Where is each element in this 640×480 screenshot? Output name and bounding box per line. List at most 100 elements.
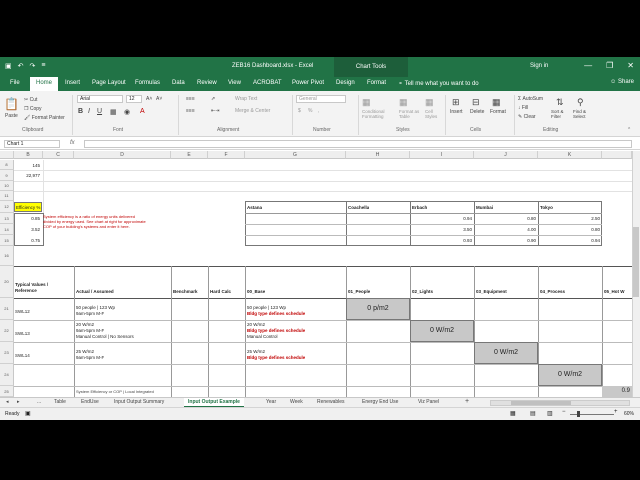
restore-icon[interactable]: ❐ (606, 61, 613, 70)
collapse-ribbon-icon[interactable]: ⌃ (627, 127, 631, 133)
header-equipment[interactable]: 03_Equipment (476, 289, 507, 294)
column-header[interactable]: B (14, 151, 43, 159)
name-box[interactable]: Chart 1 (4, 140, 60, 148)
actual-r23[interactable]: 9am-5pm M-F (76, 355, 104, 360)
column-header[interactable]: G (245, 151, 346, 159)
font-color-icon[interactable]: A (140, 108, 145, 115)
header-people[interactable]: 01_People (348, 289, 370, 294)
tell-me-search[interactable]: ⚬ Tell me what you want to do (398, 80, 479, 87)
redo-icon[interactable]: ↷ (30, 62, 36, 70)
underline-button[interactable]: U (97, 108, 102, 115)
horizontal-scrollbar[interactable] (490, 400, 630, 406)
header-actual-assumed[interactable]: Actual / Assumed (76, 289, 114, 294)
insert-cells-button[interactable]: Insert (450, 109, 463, 115)
column-header[interactable]: E (171, 151, 208, 159)
zoom-out-icon[interactable]: − (562, 409, 566, 415)
column-header[interactable]: J (474, 151, 538, 159)
wrap-text-button[interactable]: Wrap Text (235, 96, 257, 102)
row-header[interactable]: 10 (0, 181, 14, 191)
save-icon[interactable]: ▣ (5, 62, 12, 70)
column-header[interactable]: D (74, 151, 171, 159)
italic-button[interactable]: I (88, 108, 90, 115)
select-all-corner[interactable] (0, 151, 14, 159)
row-header[interactable]: 23 (0, 342, 14, 364)
header-benchmark[interactable]: Benchmark (173, 289, 198, 294)
align-left-icon[interactable]: ≡≡≡ (186, 108, 195, 114)
loc-value[interactable]: 0.90 (474, 238, 536, 243)
zoom-in-icon[interactable]: + (614, 409, 618, 415)
row-header[interactable]: 21 (0, 298, 14, 320)
sheet-tab-renewables[interactable]: Renewables (317, 399, 345, 405)
find-select-button[interactable]: Find & Select (573, 109, 593, 119)
base-r23-schedule[interactable]: Bldg type defines schedule (247, 355, 305, 360)
sheet-tab-table[interactable]: Table (54, 399, 66, 405)
tab-formulas[interactable]: Formulas (135, 80, 160, 86)
actual-r22[interactable]: 9am-5pm M-F (76, 328, 104, 333)
copy-button[interactable]: ❐ Copy (24, 106, 42, 112)
people-value-box[interactable]: 0 p/m2 (346, 298, 410, 320)
paste-button[interactable]: Paste (5, 113, 18, 119)
column-header[interactable]: F (208, 151, 245, 159)
undo-icon[interactable]: ↶ (18, 62, 24, 70)
location-erbach[interactable]: Erbach (412, 205, 427, 210)
ref-swl12[interactable]: SWL12 (15, 309, 30, 314)
top-align-icon[interactable]: ≡≡≡ (186, 96, 195, 102)
bold-button[interactable]: B (78, 108, 83, 115)
header-hot-water[interactable]: 05_Hot W (604, 289, 625, 294)
loc-value[interactable]: 2.50 (538, 216, 600, 221)
horizontal-scroll-thumb[interactable] (511, 401, 571, 405)
location-astana[interactable]: Astana (247, 205, 262, 210)
row-header[interactable]: 9 (0, 170, 14, 181)
lights-value-box[interactable]: 0 W/m2 (410, 320, 474, 342)
ref-swl14[interactable]: SWL14 (15, 353, 30, 358)
sheet-tab-input-output-summary[interactable]: Input Output Summary (114, 399, 164, 405)
base-r21-schedule[interactable]: Bldg type defines schedule (247, 311, 305, 316)
sheet-more-button[interactable]: ... (37, 399, 41, 405)
row-header[interactable]: 25 (0, 386, 14, 397)
formula-input[interactable] (84, 140, 632, 148)
delete-cells-icon[interactable]: ⊟ (472, 97, 480, 108)
delete-cells-button[interactable]: Delete (470, 109, 484, 115)
tab-file[interactable]: File (10, 80, 20, 86)
sheet-scroll-right-icon[interactable]: ▸ (17, 399, 20, 405)
loc-value[interactable]: 0.94 (410, 216, 472, 221)
function-icon[interactable]: fx (70, 140, 75, 146)
tab-review[interactable]: Review (197, 80, 217, 86)
header-process[interactable]: 04_Process (540, 289, 565, 294)
vertical-scroll-thumb[interactable] (633, 227, 639, 297)
page-layout-view-icon[interactable]: ▤ (530, 410, 536, 417)
conditional-formatting-button[interactable]: Conditional Formatting (362, 109, 396, 119)
sort-filter-icon[interactable]: ⇅ (556, 97, 564, 108)
tab-insert[interactable]: Insert (65, 80, 80, 86)
base-r22-schedule[interactable]: Bldg type defines schedule (247, 328, 305, 333)
column-header[interactable]: I (410, 151, 474, 159)
cell-styles-icon[interactable]: ▦ (425, 97, 434, 108)
actual-r23[interactable]: 25 W/m2 (76, 349, 94, 354)
page-break-view-icon[interactable]: ▥ (547, 410, 553, 417)
base-r22[interactable]: 20 W/m2 (247, 322, 265, 327)
header-typical-values[interactable]: Typical Values / (15, 282, 48, 287)
insert-cells-icon[interactable]: ⊞ (452, 97, 460, 108)
column-header[interactable] (602, 151, 632, 159)
conditional-formatting-icon[interactable]: ▦ (362, 97, 371, 108)
close-icon[interactable]: ✕ (627, 61, 634, 70)
sort-filter-button[interactable]: Sort & Filter (551, 109, 571, 119)
actual-r22[interactable]: Manual Control | No Sensors (76, 334, 134, 339)
loc-value[interactable]: 3.50 (410, 227, 472, 232)
row-header[interactable]: 24 (0, 364, 14, 386)
sheet-tab-week[interactable]: Week (290, 399, 303, 405)
share-button[interactable]: ☺ Share (610, 79, 634, 85)
comma-button[interactable]: , (318, 108, 319, 114)
actual-r22[interactable]: 20 W/m2 (76, 322, 94, 327)
cell-b8[interactable]: 145 (14, 163, 40, 168)
font-size-select[interactable]: 12 (126, 95, 142, 103)
location-mumbai[interactable]: Mumbai (476, 205, 493, 210)
loc-value[interactable]: 0.93 (410, 238, 472, 243)
sheet-tab-year[interactable]: Year (266, 399, 276, 405)
row-header[interactable]: 8 (0, 160, 14, 170)
tab-home[interactable]: Home (30, 77, 59, 91)
row-header[interactable]: 13 (0, 213, 14, 224)
actual-r21[interactable]: 50 people | 123 Wp (76, 305, 115, 310)
tab-data[interactable]: Data (172, 80, 185, 86)
cell-styles-button[interactable]: Cell Styles (425, 109, 441, 119)
